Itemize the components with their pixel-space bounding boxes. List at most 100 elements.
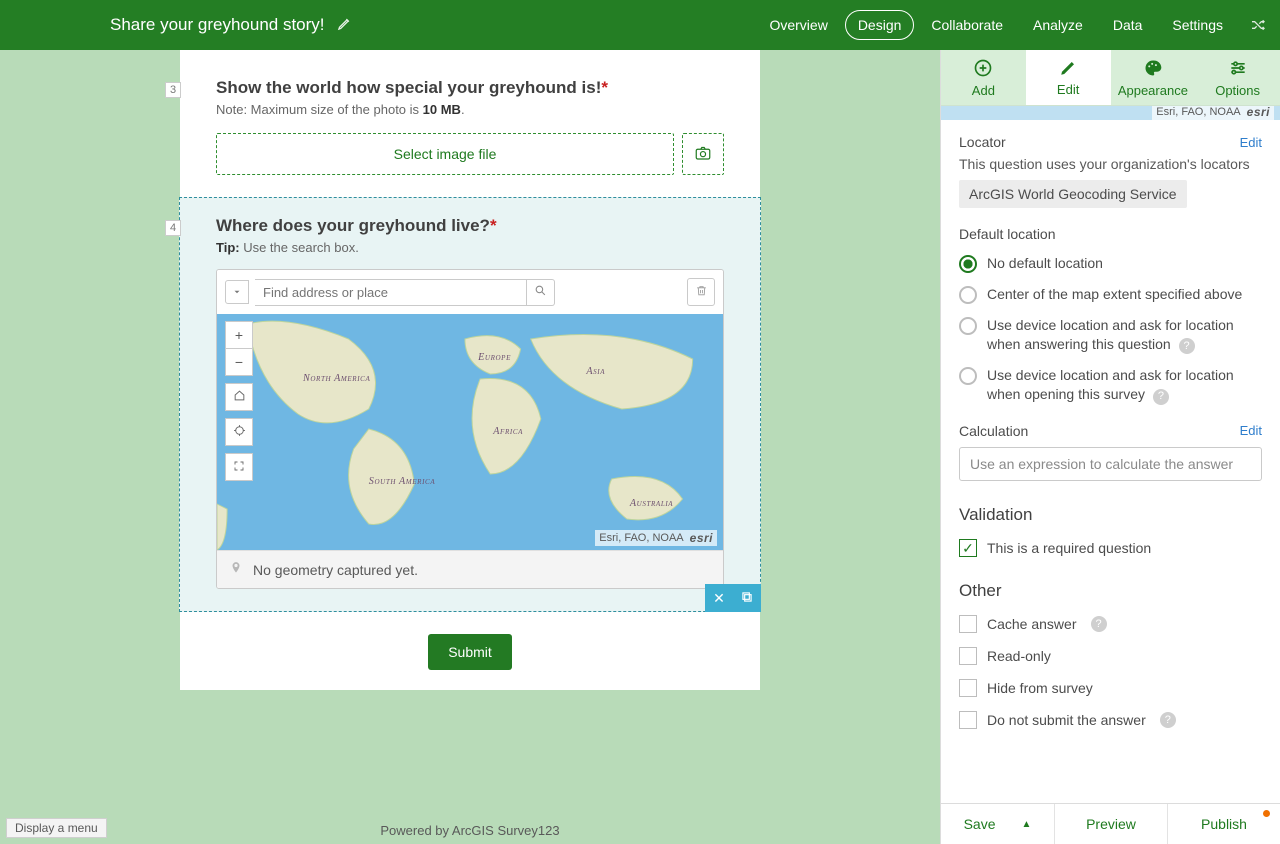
svg-text:Asia: Asia: [585, 366, 605, 377]
checkbox-icon: [959, 711, 977, 729]
checkbox-icon: [959, 647, 977, 665]
svg-text:North America: North America: [302, 373, 370, 384]
search-button[interactable]: [527, 279, 555, 306]
bottom-action-bar: Save▲ Preview Publish: [940, 803, 1280, 844]
zoom-in-button[interactable]: +: [225, 321, 253, 349]
nosubmit-checkbox[interactable]: Do not submit the answer?: [959, 711, 1262, 729]
submit-button[interactable]: Submit: [428, 634, 512, 670]
map-attribution: Esri, FAO, NOAA esri: [595, 530, 717, 546]
plus-icon: +: [235, 327, 243, 343]
plus-circle-icon: [973, 58, 993, 81]
camera-icon: [694, 144, 712, 165]
expand-icon: [233, 459, 245, 475]
question-map[interactable]: 4 Where does your greyhound live?* Tip: …: [179, 197, 761, 612]
home-icon: [233, 389, 246, 405]
duplicate-question-button[interactable]: [733, 584, 761, 612]
help-icon[interactable]: ?: [1160, 712, 1176, 728]
question-subtitle: Note: Maximum size of the photo is 10 MB…: [216, 102, 724, 117]
defaultloc-opt-none[interactable]: No default location: [959, 254, 1262, 273]
question-image[interactable]: 3 Show the world how special your greyho…: [180, 60, 760, 197]
readonly-checkbox[interactable]: Read-only: [959, 647, 1262, 665]
camera-button[interactable]: [682, 133, 724, 175]
powered-by: Powered by ArcGIS Survey123: [180, 809, 760, 840]
tab-analyze[interactable]: Analyze: [1020, 10, 1096, 40]
panel-tab-edit[interactable]: Edit: [1026, 50, 1111, 105]
esri-badge: esri: [690, 531, 713, 545]
defaultloc-opt-device-open[interactable]: Use device location and ask for location…: [959, 366, 1262, 404]
help-icon[interactable]: ?: [1179, 338, 1195, 354]
locate-button[interactable]: [225, 418, 253, 446]
question-num-3: 3: [165, 82, 181, 98]
form-canvas: Female 3 Show the world how special your…: [0, 50, 940, 844]
checkbox-icon: [959, 539, 977, 557]
panel-tab-options[interactable]: Options: [1195, 50, 1280, 105]
panel-tab-add[interactable]: Add: [941, 50, 1026, 105]
defaultloc-radios: No default location Center of the map ex…: [959, 254, 1262, 405]
radio-icon: [959, 367, 977, 385]
help-icon[interactable]: ?: [1153, 389, 1169, 405]
form-card: Female 3 Show the world how special your…: [180, 50, 760, 690]
address-input[interactable]: [255, 279, 527, 306]
tab-collaborate[interactable]: Collaborate: [918, 10, 1016, 40]
panel-tab-appearance[interactable]: Appearance: [1111, 50, 1196, 105]
help-icon[interactable]: ?: [1091, 616, 1107, 632]
pencil-icon[interactable]: [337, 16, 352, 34]
properties-panel: Add Edit Appearance Options Esri, FAO, N…: [940, 50, 1280, 803]
question-title: Show the world how special your greyhoun…: [216, 78, 724, 98]
tab-data[interactable]: Data: [1100, 10, 1156, 40]
checkbox-icon: [959, 679, 977, 697]
map-basemap: North America South America Europe Afric…: [217, 314, 723, 550]
map-controls: + −: [225, 322, 253, 489]
minus-icon: −: [235, 354, 243, 370]
radio-icon: [959, 317, 977, 335]
calc-label: Calculation: [959, 423, 1028, 439]
locator-label: Locator: [959, 134, 1006, 150]
locator-edit-link[interactable]: Edit: [1240, 135, 1262, 150]
checkbox-icon: [959, 615, 977, 633]
copy-icon: [740, 590, 754, 607]
zoom-out-button[interactable]: −: [225, 348, 253, 376]
tab-overview[interactable]: Overview: [756, 10, 840, 40]
other-title: Other: [959, 581, 1262, 601]
svg-text:South America: South America: [369, 476, 436, 487]
fullscreen-button[interactable]: [225, 453, 253, 481]
submit-row: Submit: [180, 612, 760, 676]
sliders-icon: [1228, 58, 1248, 81]
calc-input[interactable]: Use an expression to calculate the answe…: [959, 447, 1262, 481]
header-nav: Overview Design Collaborate Analyze Data…: [756, 10, 1266, 40]
map-canvas[interactable]: North America South America Europe Afric…: [217, 314, 723, 550]
svg-text:Africa: Africa: [492, 426, 523, 437]
preview-button[interactable]: Preview: [1055, 804, 1168, 844]
defaultloc-opt-center[interactable]: Center of the map extent specified above: [959, 285, 1262, 304]
map-search-bar: [217, 270, 723, 314]
chevron-down-icon: [232, 284, 242, 300]
unsaved-dot-icon: [1263, 810, 1270, 817]
trash-icon: [695, 284, 708, 300]
cache-checkbox[interactable]: Cache answer?: [959, 615, 1262, 633]
shuffle-icon[interactable]: [1250, 17, 1266, 33]
defaultloc-opt-device-answer[interactable]: Use device location and ask for location…: [959, 316, 1262, 354]
tab-settings[interactable]: Settings: [1159, 10, 1236, 40]
publish-button[interactable]: Publish: [1168, 804, 1280, 844]
search-scope-button[interactable]: [225, 280, 249, 304]
close-icon: ✕: [713, 590, 725, 607]
calc-edit-link[interactable]: Edit: [1240, 423, 1262, 438]
svg-text:Europe: Europe: [477, 352, 511, 363]
svg-text:Australia: Australia: [629, 498, 673, 509]
select-image-button[interactable]: Select image file: [216, 133, 674, 175]
tab-design[interactable]: Design: [845, 10, 915, 40]
panel-body: Esri, FAO, NOAAesri Locator Edit This qu…: [941, 106, 1280, 803]
remove-question-button[interactable]: ✕: [705, 584, 733, 612]
home-button[interactable]: [225, 383, 253, 411]
hide-checkbox[interactable]: Hide from survey: [959, 679, 1262, 697]
clear-geometry-button[interactable]: [687, 278, 715, 306]
locate-icon: [233, 424, 246, 440]
caret-up-icon: ▲: [1022, 819, 1032, 830]
selection-actions: ✕: [705, 584, 761, 612]
map-widget: North America South America Europe Afric…: [216, 269, 724, 589]
palette-icon: [1143, 58, 1163, 81]
map-thumbnail[interactable]: Esri, FAO, NOAAesri: [941, 106, 1280, 120]
locator-tag[interactable]: ArcGIS World Geocoding Service: [959, 180, 1187, 208]
save-button[interactable]: Save▲: [941, 804, 1055, 844]
required-checkbox[interactable]: This is a required question: [959, 539, 1262, 557]
